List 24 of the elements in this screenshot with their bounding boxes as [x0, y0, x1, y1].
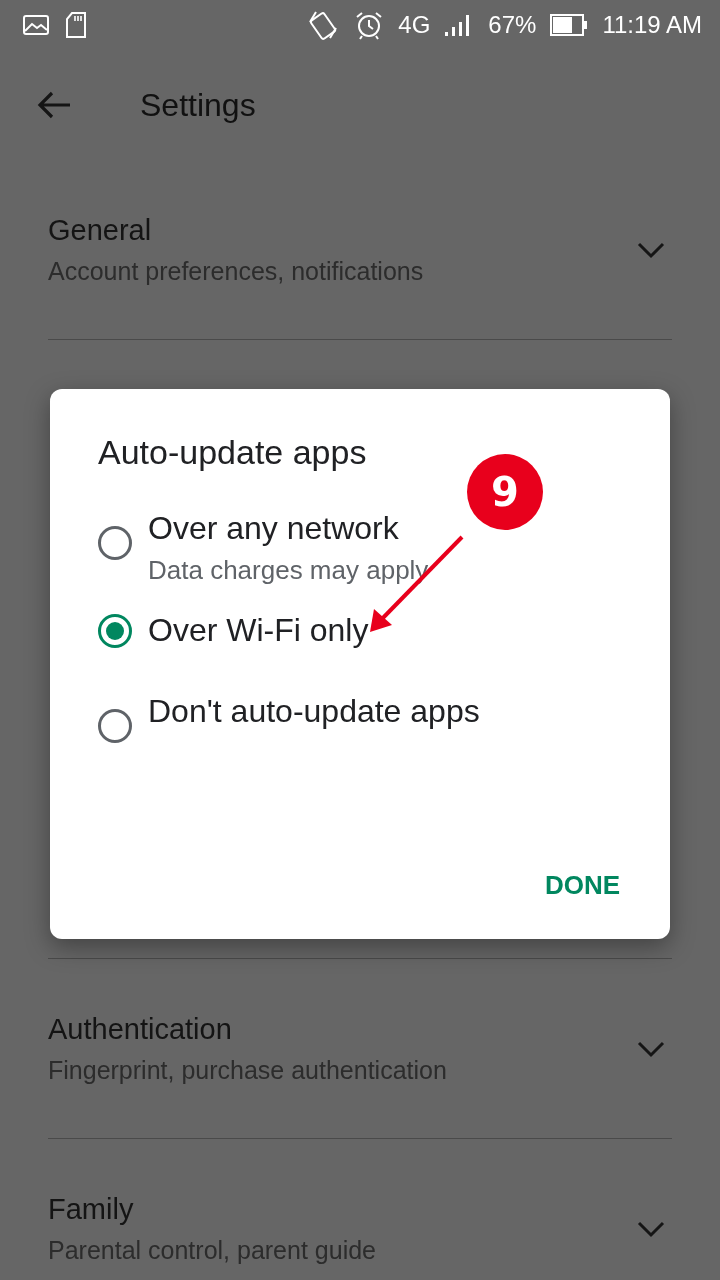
option-label: Over Wi-Fi only	[148, 612, 369, 649]
radio-button[interactable]	[98, 614, 132, 648]
step-number-badge: 9	[467, 454, 543, 530]
dialog-title: Auto-update apps	[98, 433, 367, 472]
back-arrow-icon[interactable]	[36, 90, 72, 120]
section-subtitle: Fingerprint, purchase authentication	[48, 1055, 448, 1085]
section-title: Family	[48, 1193, 135, 1226]
radio-button[interactable]	[98, 526, 132, 560]
clock-time: 11:19 AM	[602, 11, 702, 39]
image-icon	[22, 13, 50, 37]
section-title: General	[48, 213, 153, 247]
section-subtitle: Parental control, parent guide	[48, 1236, 377, 1265]
done-button[interactable]: DONE	[544, 864, 620, 907]
battery-percent: 67%	[488, 11, 537, 39]
section-subtitle: Account preferences, notifications	[48, 256, 425, 286]
sd-card-icon	[64, 11, 88, 39]
chevron-down-icon[interactable]	[636, 1219, 666, 1239]
radio-button[interactable]	[98, 709, 132, 743]
section-title: Authentication	[48, 1012, 233, 1046]
option-label: Over any network	[148, 510, 400, 547]
network-type: 4G	[398, 11, 431, 39]
app-bar-title: Settings	[140, 86, 256, 124]
battery-icon	[550, 13, 589, 37]
option-label: Don't auto-update apps	[148, 693, 480, 730]
